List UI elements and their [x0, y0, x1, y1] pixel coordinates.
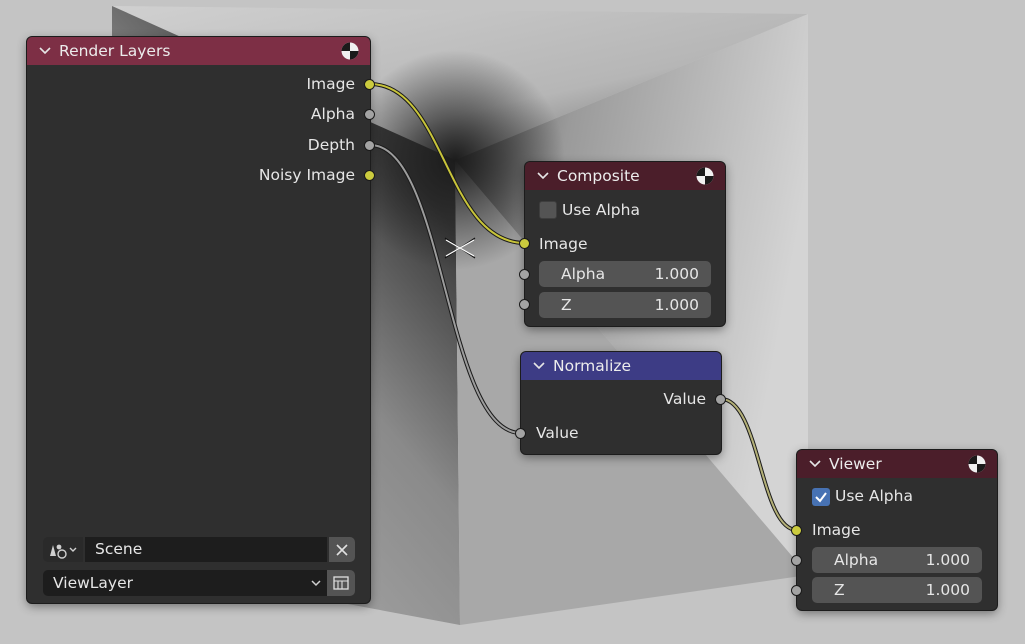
alpha-field[interactable]: Alpha 1.000 — [539, 261, 711, 287]
normalize-node[interactable]: Normalize Value Value — [515, 352, 726, 454]
field-value: 1.000 — [654, 296, 699, 314]
scene-clear-button[interactable] — [329, 537, 355, 562]
field-value: 1.000 — [925, 551, 970, 569]
view-layer-browse-icon — [333, 576, 349, 590]
render-result-icon — [340, 41, 360, 61]
input-socket-z[interactable] — [791, 585, 802, 596]
output-image-label: Image — [306, 75, 355, 93]
output-socket-image[interactable] — [364, 79, 375, 90]
render-layers-node[interactable]: Render Layers Image Alpha Depth Noisy Im… — [27, 37, 375, 603]
viewer-node[interactable]: Viewer Use Alpha Image Alpha 1.000 Z 1.0… — [791, 450, 997, 610]
input-socket-image[interactable] — [519, 238, 530, 249]
view-layer-browse-button[interactable] — [327, 570, 355, 596]
node-header[interactable]: Composite — [525, 162, 725, 190]
node-title: Viewer — [829, 455, 882, 473]
output-socket-depth[interactable] — [364, 140, 375, 151]
use-alpha-label: Use Alpha — [835, 487, 913, 505]
field-label: Z — [834, 581, 845, 599]
scene-data-icon — [50, 544, 77, 559]
field-value: 1.000 — [925, 581, 970, 599]
use-alpha-checkbox[interactable] — [812, 488, 830, 506]
chevron-down-icon[interactable] — [37, 43, 53, 59]
scene-field[interactable]: Scene — [85, 537, 327, 562]
view-layer-dropdown[interactable]: ViewLayer — [43, 570, 327, 596]
field-label: Alpha — [561, 265, 606, 283]
cut-links-cursor-icon — [444, 237, 476, 259]
node-header[interactable]: Viewer — [797, 450, 997, 478]
field-value: 1.000 — [654, 265, 699, 283]
chevron-down-icon[interactable] — [531, 358, 547, 374]
output-noisy-image-label: Noisy Image — [258, 166, 355, 184]
output-alpha-label: Alpha — [310, 105, 355, 123]
output-value-label: Value — [663, 390, 706, 408]
output-depth-label: Depth — [307, 136, 355, 154]
view-layer-value: ViewLayer — [53, 574, 133, 592]
z-field[interactable]: Z 1.000 — [812, 577, 982, 603]
chevron-down-icon[interactable] — [535, 168, 551, 184]
render-result-icon — [695, 166, 715, 186]
composite-node[interactable]: Composite Use Alpha Image Alpha 1.000 Z … — [519, 162, 725, 326]
input-image-label: Image — [812, 521, 861, 539]
chevron-down-icon — [311, 580, 321, 587]
output-socket-value[interactable] — [715, 394, 726, 405]
input-socket-alpha[interactable] — [519, 269, 530, 280]
z-field[interactable]: Z 1.000 — [539, 292, 711, 318]
node-title: Render Layers — [59, 42, 171, 60]
use-alpha-label: Use Alpha — [562, 201, 640, 219]
input-socket-z[interactable] — [519, 299, 530, 310]
render-result-icon — [967, 454, 987, 474]
use-alpha-checkbox[interactable] — [539, 201, 557, 219]
output-socket-alpha[interactable] — [364, 109, 375, 120]
chevron-down-icon[interactable] — [807, 456, 823, 472]
input-value-label: Value — [536, 424, 579, 442]
input-socket-image[interactable] — [791, 525, 802, 536]
input-socket-value[interactable] — [515, 428, 526, 439]
checkmark-icon — [815, 492, 827, 503]
node-title: Composite — [557, 167, 640, 185]
input-image-label: Image — [539, 235, 588, 253]
scene-browse-button[interactable] — [43, 537, 83, 562]
output-socket-noisy-image[interactable] — [364, 170, 375, 181]
node-header[interactable]: Render Layers — [27, 37, 370, 65]
input-socket-alpha[interactable] — [791, 555, 802, 566]
node-header[interactable]: Normalize — [521, 352, 721, 380]
field-label: Alpha — [834, 551, 879, 569]
node-title: Normalize — [553, 357, 632, 375]
alpha-field[interactable]: Alpha 1.000 — [812, 547, 982, 573]
link-image-to-composite — [369, 82, 526, 245]
close-icon — [336, 543, 348, 556]
field-label: Z — [561, 296, 572, 314]
